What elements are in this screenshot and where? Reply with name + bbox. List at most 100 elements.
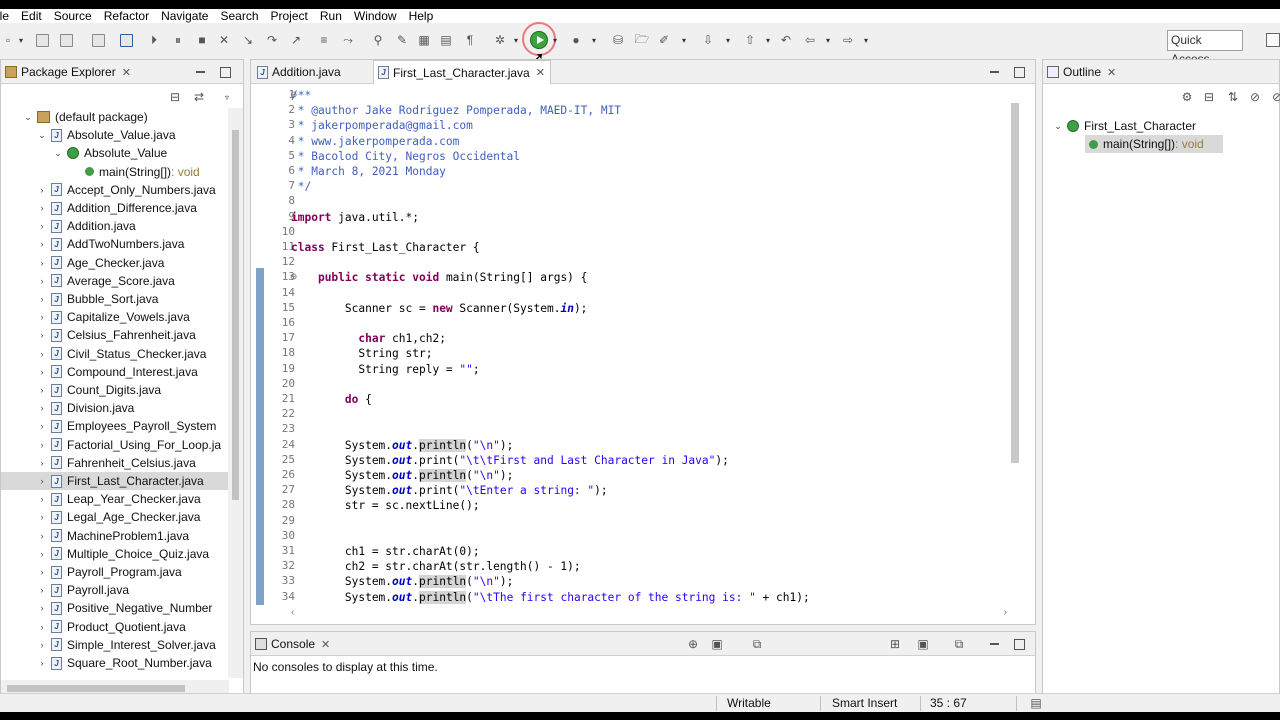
use-step-filters-icon[interactable]: ⤳: [340, 32, 356, 48]
maximize-icon[interactable]: [1013, 638, 1025, 650]
display-selected-icon[interactable]: ▣: [915, 636, 931, 652]
display-console-icon[interactable]: ▣: [709, 636, 725, 652]
menu-item[interactable]: Search: [214, 9, 264, 23]
prev-annotation-icon[interactable]: ⇧: [742, 32, 758, 48]
tree-item[interactable]: › J Average_Score.java: [1, 272, 229, 290]
tree-item[interactable]: › J Addition.java: [1, 217, 229, 235]
terminate-icon[interactable]: ■: [194, 32, 210, 48]
open-type-icon[interactable]: ⚲: [370, 32, 386, 48]
expand-icon[interactable]: ⌄: [1053, 121, 1063, 132]
menu-item[interactable]: Navigate: [155, 9, 214, 23]
view-menu-icon[interactable]: ▿: [223, 89, 231, 105]
collapse-icon[interactable]: ›: [37, 622, 47, 632]
tree-class[interactable]: ⌄ Absolute_Value: [1, 144, 229, 162]
forward-icon[interactable]: ⇨: [840, 32, 856, 48]
new-console-icon[interactable]: ⧉: [749, 636, 765, 652]
hide-fields-icon[interactable]: ⚙: [1179, 89, 1195, 105]
forward-dropdown-icon[interactable]: ▾: [862, 32, 870, 48]
prev-annotation-dropdown-icon[interactable]: ▾: [764, 32, 772, 48]
open-task-icon[interactable]: ✐: [656, 32, 672, 48]
tree-item[interactable]: › J Square_Root_Number.java: [1, 654, 229, 672]
tree-item[interactable]: › J Addition_Difference.java: [1, 199, 229, 217]
print-icon[interactable]: [90, 32, 106, 48]
collapse-icon[interactable]: ›: [37, 312, 47, 322]
run-icon[interactable]: [530, 31, 548, 49]
collapse-icon[interactable]: ›: [37, 476, 47, 486]
next-annotation-icon[interactable]: ⇩: [700, 32, 716, 48]
last-edit-icon[interactable]: ↶: [778, 32, 794, 48]
outline-method-node[interactable]: main(String[]) : void: [1085, 135, 1223, 153]
highlight-icon[interactable]: ✎: [394, 32, 410, 48]
save-all-icon[interactable]: [58, 32, 74, 48]
close-icon[interactable]: ✕: [536, 66, 545, 79]
menu-item[interactable]: Edit: [15, 9, 48, 23]
collapse-icon[interactable]: ›: [37, 367, 47, 377]
tree-method[interactable]: main(String[]) : void: [1, 163, 229, 181]
debug-dropdown-icon[interactable]: ▾: [512, 32, 520, 48]
maximize-icon[interactable]: [219, 66, 231, 78]
tree-item[interactable]: › J Factorial_Using_For_Loop.ja: [1, 436, 229, 454]
tree-item[interactable]: › J Multiple_Choice_Quiz.java: [1, 545, 229, 563]
collapse-icon[interactable]: ›: [37, 330, 47, 340]
collapse-icon[interactable]: ›: [37, 403, 47, 413]
code-area[interactable]: /** * @author Jake Rodriguez Pomperada, …: [291, 85, 1011, 605]
run-dropdown-icon[interactable]: ▾: [551, 32, 559, 48]
pin-console-icon[interactable]: ⊞: [887, 636, 903, 652]
tree-item[interactable]: › J Fahrenheit_Celsius.java: [1, 454, 229, 472]
collapse-icon[interactable]: ›: [37, 512, 47, 522]
tab-first-last-character-java[interactable]: J First_Last_Character.java ✕: [373, 60, 551, 84]
tree-item[interactable]: › J Payroll.java: [1, 581, 229, 599]
open-console-icon[interactable]: ⊕: [685, 636, 701, 652]
tree-item[interactable]: › J Simple_Interest_Solver.java: [1, 636, 229, 654]
collapse-icon[interactable]: ›: [37, 276, 47, 286]
expand-icon[interactable]: ⌄: [37, 130, 47, 141]
minimize-icon[interactable]: [989, 66, 1001, 78]
hide-static-icon[interactable]: ⊘: [1247, 89, 1263, 105]
tree-item[interactable]: › J Bubble_Sort.java: [1, 290, 229, 308]
drop-frame-icon[interactable]: ≡: [316, 32, 332, 48]
close-icon[interactable]: ✕: [122, 66, 131, 79]
menu-item[interactable]: Help: [403, 9, 440, 23]
collapse-icon[interactable]: ›: [37, 585, 47, 595]
tree-item[interactable]: › J First_Last_Character.java: [1, 472, 229, 490]
collapse-all-icon[interactable]: ⊟: [167, 89, 183, 105]
show-whitespace-icon[interactable]: ¶: [462, 32, 478, 48]
tree-item[interactable]: › J Division.java: [1, 399, 229, 417]
collapse-icon[interactable]: ›: [37, 185, 47, 195]
save-icon[interactable]: [34, 32, 50, 48]
collapse-icon[interactable]: ›: [37, 567, 47, 577]
collapse-icon[interactable]: ›: [37, 385, 47, 395]
menu-item[interactable]: Window: [348, 9, 403, 23]
coverage-icon[interactable]: ●: [568, 32, 584, 48]
sort-icon[interactable]: ⇅: [1225, 89, 1241, 105]
collapse-icon[interactable]: ›: [37, 349, 47, 359]
menu-item[interactable]: Refactor: [98, 9, 155, 23]
tree-item[interactable]: › J Positive_Negative_Number: [1, 599, 229, 617]
collapse-icon[interactable]: ›: [37, 640, 47, 650]
tree-item[interactable]: › J Celsius_Fahrenheit.java: [1, 326, 229, 344]
tree-item[interactable]: › J Count_Digits.java: [1, 381, 229, 399]
tree-item[interactable]: › J Employees_Payroll_System: [1, 417, 229, 435]
minimize-icon[interactable]: [989, 638, 1001, 650]
menu-item[interactable]: ile: [0, 9, 15, 23]
collapse-icon[interactable]: ›: [37, 221, 47, 231]
step-return-icon[interactable]: ↗: [288, 32, 304, 48]
hide-nonpublic-icon[interactable]: ⊘: [1269, 89, 1280, 105]
tab-outline[interactable]: Outline ✕: [1043, 60, 1116, 84]
toggle-mark-icon[interactable]: ▦: [416, 32, 432, 48]
tree-item[interactable]: › J Payroll_Program.java: [1, 563, 229, 581]
debug-icon[interactable]: ✲: [492, 32, 508, 48]
minimize-icon[interactable]: [195, 66, 207, 78]
collapse-all-icon[interactable]: ⊟: [1201, 89, 1217, 105]
tree-item[interactable]: › J AddTwoNumbers.java: [1, 235, 229, 253]
tree-item[interactable]: › J Age_Checker.java: [1, 254, 229, 272]
tree-item[interactable]: › J Accept_Only_Numbers.java: [1, 181, 229, 199]
collapse-icon[interactable]: ›: [37, 258, 47, 268]
open-console-dropdown-icon[interactable]: ⧉: [951, 636, 967, 652]
step-into-icon[interactable]: ↘: [240, 32, 256, 48]
next-annotation-dropdown-icon[interactable]: ▾: [724, 32, 732, 48]
tree-item[interactable]: › J Product_Quotient.java: [1, 618, 229, 636]
new-dropdown-icon[interactable]: ▾: [17, 32, 25, 48]
collapse-icon[interactable]: ›: [37, 440, 47, 450]
tree-item[interactable]: › J Compound_Interest.java: [1, 363, 229, 381]
